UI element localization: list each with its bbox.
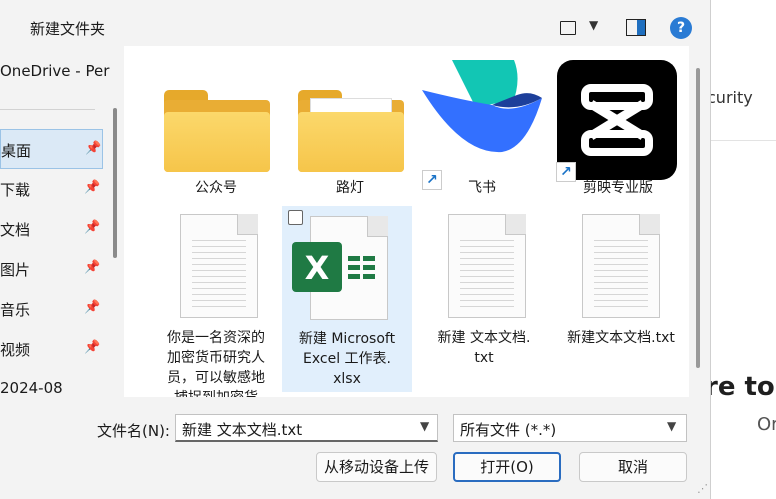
file-name: 路灯 <box>336 180 364 196</box>
file-open-dialog: 新建文件夹 ▼ ? OneDrive - Per 桌面 📌 下载 📌 文档 📌 … <box>0 0 711 499</box>
file-name: 新建 文本文档. txt <box>437 330 531 366</box>
chevron-down-icon[interactable]: ▼ <box>420 419 429 433</box>
background-security-text: curity <box>707 88 753 107</box>
file-item-text[interactable]: 新建文本文档.txt <box>554 214 688 374</box>
pin-icon: 📌 <box>84 220 101 235</box>
file-item-folder[interactable]: 路灯 <box>286 60 414 202</box>
sidebar-item-onedrive[interactable]: OneDrive - Per <box>0 62 109 80</box>
open-button[interactable]: 打开(O) <box>453 452 561 482</box>
pin-icon: 📌 <box>84 260 101 275</box>
file-item-shortcut[interactable]: ↗ 飞书 <box>418 60 546 202</box>
view-mode-icon[interactable] <box>560 21 576 35</box>
cancel-button[interactable]: 取消 <box>579 452 687 482</box>
file-name: 公众号 <box>195 180 237 196</box>
sidebar-item-label: 2024-08 <box>0 379 63 397</box>
folder-icon <box>164 90 270 172</box>
file-name: 新建 Microsoft Excel 工作表. xlsx <box>298 331 396 387</box>
sidebar-divider <box>0 109 95 110</box>
pin-icon: 📌 <box>84 340 101 355</box>
sidebar-item-label: 音乐 <box>0 301 31 319</box>
excel-logo-icon: X <box>292 242 375 292</box>
folder-with-document-icon <box>298 90 404 172</box>
pin-icon: 📌 <box>84 300 101 315</box>
chevron-down-icon[interactable]: ▼ <box>589 18 598 32</box>
background-window: curity re to Or <box>700 0 776 499</box>
preview-pane-icon[interactable] <box>626 19 646 36</box>
file-name: 新建文本文档.txt <box>567 330 675 346</box>
file-name: 剪映专业版 <box>583 180 653 196</box>
sidebar-item-videos[interactable]: 视频 📌 <box>0 329 103 369</box>
file-name: 你是一名资深的 加密货币研究人 员，可以敏感地 捕捉到加密货 <box>167 330 265 397</box>
new-folder-button[interactable]: 新建文件夹 <box>30 18 105 39</box>
sidebar-item-2024-08[interactable]: 2024-08 <box>0 369 103 409</box>
navigation-sidebar: OneDrive - Per 桌面 📌 下载 📌 文档 📌 图片 📌 音乐 📌 … <box>0 58 120 398</box>
sidebar-scrollbar[interactable] <box>113 108 117 258</box>
filename-input[interactable]: 新建 文本文档.txt <box>175 414 438 442</box>
file-item-text[interactable]: 你是一名资深的 加密货币研究人 员，可以敏感地 捕捉到加密货 <box>152 214 280 397</box>
feishu-app-icon <box>422 60 542 153</box>
upload-from-mobile-button[interactable]: 从移动设备上传 <box>316 452 437 482</box>
background-divider <box>701 140 776 141</box>
file-item-shortcut[interactable]: ↗ 剪映专业版 <box>554 60 682 202</box>
help-icon[interactable]: ? <box>670 17 692 39</box>
sidebar-item-label: 桌面 <box>1 142 32 160</box>
background-welcome-text: re to <box>705 372 775 402</box>
file-type-select[interactable]: 所有文件 (*.*) <box>453 414 687 442</box>
file-item-folder[interactable]: 公众号 <box>152 60 280 202</box>
file-name: 飞书 <box>468 180 496 196</box>
pin-icon: 📌 <box>85 141 102 156</box>
sidebar-item-label: 下载 <box>0 181 31 199</box>
background-on-text: Or <box>757 414 776 435</box>
sidebar-item-downloads[interactable]: 下载 📌 <box>0 169 103 209</box>
pin-icon: 📌 <box>84 180 101 195</box>
file-item-excel[interactable]: X 新建 Microsoft Excel 工作表. xlsx <box>282 206 412 392</box>
chevron-down-icon[interactable]: ▼ <box>667 419 676 433</box>
sidebar-item-label: 文档 <box>0 221 31 239</box>
sidebar-item-pictures[interactable]: 图片 📌 <box>0 249 103 289</box>
resize-grip-icon[interactable]: ⋰ <box>697 482 708 495</box>
sidebar-item-label: 视频 <box>0 341 31 359</box>
sidebar-item-desktop[interactable]: 桌面 📌 <box>0 129 103 169</box>
checkbox-icon[interactable] <box>288 210 303 225</box>
sidebar-item-documents[interactable]: 文档 📌 <box>0 209 103 249</box>
sidebar-item-label: 图片 <box>0 261 31 279</box>
svg-text:X: X <box>305 249 330 287</box>
file-item-text[interactable]: 新建 文本文档. txt <box>420 214 548 374</box>
filename-label: 文件名(N): <box>97 422 170 440</box>
file-list-panel: 公众号 路灯 ↗ 飞书 ↗ 剪映专业版 你是一名资深的 加密货币研究人 员，可以… <box>124 46 689 397</box>
file-list-scrollbar[interactable] <box>696 68 700 368</box>
sidebar-item-music[interactable]: 音乐 📌 <box>0 289 103 329</box>
